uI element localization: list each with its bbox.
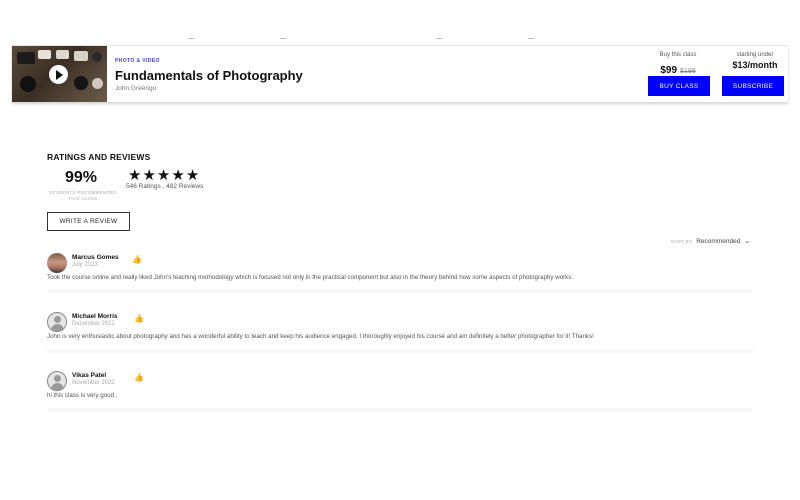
- reviewer-name: Vikas Patel: [72, 372, 107, 379]
- course-title: Fundamentals of Photography: [115, 68, 303, 83]
- subscribe-price: $13/month: [732, 60, 778, 70]
- buy-box: Buy this class $99 $199: [645, 52, 711, 78]
- course-header-bar: PHOTO & VIDEO Fundamentals of Photograph…: [12, 45, 788, 102]
- thumbs-up-icon[interactable]: 👍: [132, 255, 142, 264]
- course-category[interactable]: PHOTO & VIDEO: [115, 58, 160, 64]
- star-icon: ★: [156, 167, 171, 184]
- review-date: November 2022: [72, 380, 115, 386]
- star-icon: ★: [142, 167, 156, 184]
- review-text: John is very enthusiastic about photogra…: [47, 333, 594, 340]
- ratings-count: 546 Ratings , 482 Reviews: [126, 183, 204, 190]
- star-icon: ★: [185, 167, 200, 184]
- review-divider: [47, 408, 753, 412]
- buy-label: Buy this class: [659, 52, 697, 58]
- review-date: December 2022: [72, 321, 115, 327]
- current-price: $99: [660, 65, 678, 76]
- thumbs-up-icon[interactable]: 👍: [134, 314, 144, 323]
- subscribe-box: starting under $13/month: [724, 52, 786, 70]
- original-price: $199: [680, 68, 696, 75]
- reviewer-name: Michael Morris: [72, 313, 118, 320]
- review-divider: [47, 290, 753, 294]
- reviewer-name: Marcus Gomes: [72, 254, 119, 261]
- top-nav-remnant: [0, 38, 800, 42]
- play-icon[interactable]: [49, 65, 68, 84]
- star-icon: ★: [128, 167, 142, 184]
- avatar: [47, 253, 67, 273]
- subscribe-label: starting under: [736, 52, 774, 58]
- recommend-label: STUDENTS RECOMMENDED THIS CLASS: [49, 190, 117, 201]
- instructor-name[interactable]: John Greengo: [115, 85, 156, 92]
- thumbs-up-icon[interactable]: 👍: [134, 373, 144, 382]
- course-thumbnail[interactable]: [12, 46, 107, 102]
- review-date: July 2023: [72, 262, 98, 268]
- subscribe-button[interactable]: SUBSCRIBE: [722, 76, 784, 96]
- buy-class-button[interactable]: BUY CLASS: [648, 76, 710, 96]
- review-text: hi this class is very good .: [47, 392, 118, 399]
- star-icon: ★: [171, 167, 185, 184]
- avatar: [47, 371, 67, 391]
- review-divider: [47, 349, 753, 353]
- ratings-heading: RATINGS AND REVIEWS: [47, 152, 151, 162]
- write-review-button[interactable]: WRITE A REVIEW: [47, 212, 130, 231]
- sort-dropdown[interactable]: SORT BY Recommended ⌄: [671, 237, 750, 245]
- recommend-percent: 99%: [65, 169, 98, 186]
- sort-value: Recommended: [696, 238, 741, 245]
- sort-label: SORT BY: [670, 239, 693, 244]
- avatar: [47, 312, 67, 332]
- chevron-down-icon: ⌄: [744, 238, 750, 245]
- review-text: Took the course online and really liked …: [47, 274, 574, 281]
